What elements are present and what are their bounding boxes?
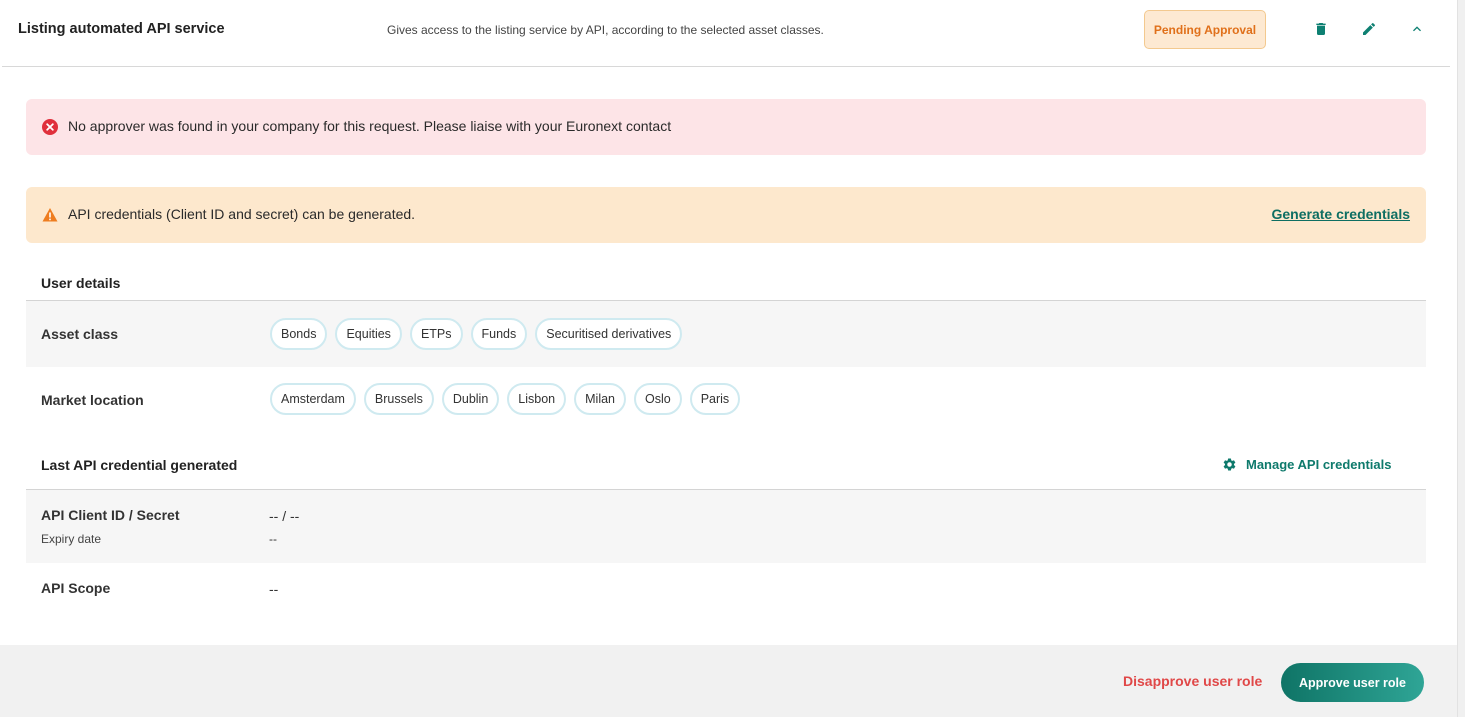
action-footer: Disapprove user role Approve user role — [0, 645, 1457, 717]
chip-milan: Milan — [574, 383, 626, 415]
asset-class-row: Asset class Bonds Equities ETPs Funds Se… — [26, 301, 1426, 367]
service-title: Listing automated API service — [18, 21, 225, 37]
gear-icon — [1223, 458, 1236, 471]
market-location-label: Market location — [41, 392, 144, 408]
chip-securitised-derivatives: Securitised derivatives — [535, 318, 683, 350]
pencil-icon[interactable] — [1358, 18, 1380, 40]
api-scope-row: API Scope -- — [26, 563, 1426, 613]
page: Listing automated API service Gives acce… — [0, 0, 1465, 717]
error-circle-icon — [42, 119, 58, 135]
chip-dublin: Dublin — [441, 383, 500, 415]
user-details-title: User details — [41, 275, 121, 291]
manage-api-credentials-link[interactable]: Manage API credentials — [1222, 457, 1391, 472]
manage-api-credentials-label: Manage API credentials — [1246, 457, 1392, 472]
warning-triangle-icon — [42, 208, 58, 222]
chip-etps: ETPs — [409, 318, 463, 350]
expiry-date-label: Expiry date — [41, 532, 102, 546]
chip-oslo: Oslo — [634, 383, 682, 415]
service-card: Listing automated API service Gives acce… — [2, 0, 1450, 717]
asset-class-label: Asset class — [41, 326, 119, 342]
chip-amsterdam: Amsterdam — [270, 383, 356, 415]
trash-icon[interactable] — [1310, 18, 1332, 40]
market-location-chips: Amsterdam Brussels Dublin Lisbon Milan O… — [270, 383, 741, 415]
service-description: Gives access to the listing service by A… — [387, 23, 824, 37]
error-alert-text: No approver was found in your company fo… — [68, 118, 672, 134]
api-scope-label: API Scope — [41, 580, 111, 596]
disapprove-button[interactable]: Disapprove user role — [1123, 673, 1262, 689]
api-credentials-title: Last API credential generated — [41, 457, 238, 473]
warning-alert-text: API credentials (Client ID and secret) c… — [68, 206, 416, 222]
chip-funds: Funds — [470, 318, 528, 350]
expiry-date-value: -- — [269, 532, 277, 546]
chip-paris: Paris — [689, 383, 741, 415]
chevron-up-icon[interactable] — [1406, 18, 1428, 40]
api-client-row: API Client ID / Secret Expiry date -- / … — [26, 490, 1426, 563]
chip-brussels: Brussels — [363, 383, 434, 415]
scrollbar[interactable] — [1457, 0, 1465, 717]
api-client-label: API Client ID / Secret — [41, 507, 180, 523]
approve-button[interactable]: Approve user role — [1281, 663, 1424, 702]
api-scope-value: -- — [269, 581, 279, 597]
error-alert: No approver was found in your company fo… — [26, 99, 1426, 155]
chip-bonds: Bonds — [270, 318, 328, 350]
card-header: Listing automated API service Gives acce… — [2, 0, 1450, 67]
market-location-row: Market location Amsterdam Brussels Dubli… — [26, 367, 1426, 433]
status-badge: Pending Approval — [1144, 10, 1266, 49]
chip-lisbon: Lisbon — [507, 383, 567, 415]
warning-alert: API credentials (Client ID and secret) c… — [26, 187, 1426, 243]
chip-equities: Equities — [335, 318, 402, 350]
api-client-value: -- / -- — [269, 508, 300, 524]
generate-credentials-link[interactable]: Generate credentials — [1271, 206, 1410, 222]
asset-class-chips: Bonds Equities ETPs Funds Securitised de… — [270, 318, 683, 350]
